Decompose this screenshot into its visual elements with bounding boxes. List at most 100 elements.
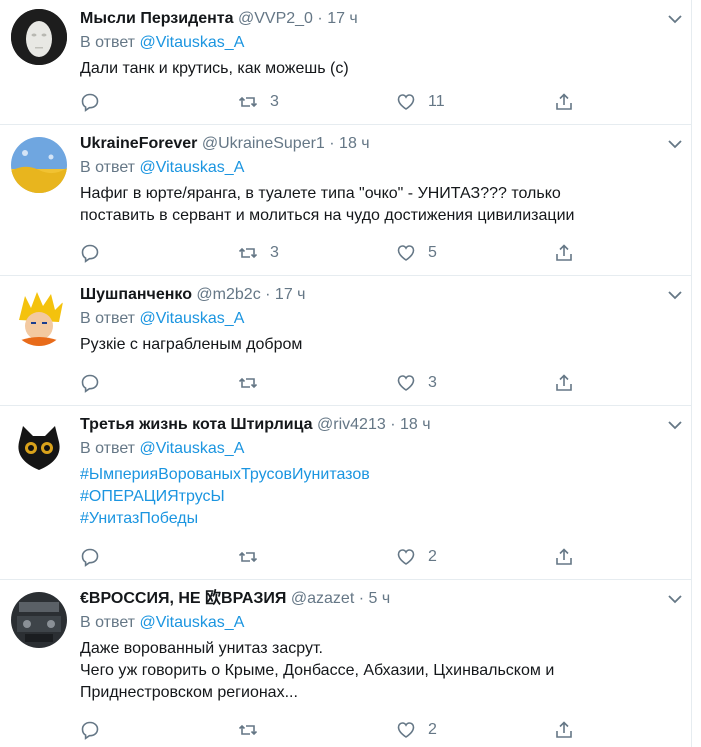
- like-count: 2: [428, 721, 437, 738]
- retweet-count: 3: [270, 244, 279, 261]
- share-icon: [556, 374, 572, 391]
- tweet-text: Нафиг в юрте/яранга, в туалете типа "очк…: [80, 185, 575, 224]
- tweet-text: Рузкіе с награбленым добром: [80, 336, 303, 353]
- reply-button[interactable]: [80, 91, 100, 113]
- like-count: 5: [428, 244, 437, 261]
- like-button[interactable]: 5: [396, 242, 437, 264]
- reply-button[interactable]: [80, 546, 100, 568]
- timestamp[interactable]: 18 ч: [339, 135, 370, 152]
- author-handle[interactable]: @UkraineSuper1: [202, 135, 325, 152]
- reply-icon: [81, 721, 99, 740]
- avatar[interactable]: [11, 290, 67, 346]
- share-button[interactable]: [554, 91, 574, 113]
- caret-down-icon[interactable]: [667, 419, 683, 431]
- like-icon: [397, 375, 415, 391]
- reply-icon: [81, 374, 99, 393]
- tweet-text: Дали танк и крутись, как можешь (с): [80, 60, 349, 77]
- like-icon: [397, 94, 415, 110]
- author-handle[interactable]: @azazet: [291, 590, 354, 607]
- share-button[interactable]: [554, 546, 574, 568]
- like-button[interactable]: 3: [396, 372, 437, 394]
- author-handle[interactable]: @VVP2_0: [238, 10, 313, 27]
- author-name[interactable]: Шушпанченко: [80, 286, 192, 303]
- retweet-button[interactable]: [238, 719, 270, 741]
- tweet[interactable]: €ВРОССИЯ, НЕ 欧ВРАЗИЯ @azazet · 5 ч В отв…: [0, 580, 691, 747]
- tweet-text: Даже ворованный унитаз засрут. Чего уж г…: [80, 640, 555, 701]
- retweet-icon: [238, 724, 258, 736]
- hashtag-link[interactable]: #ЫмперияВорованыхТрусовИунитазов: [80, 464, 675, 486]
- mention-link[interactable]: @Vitauskas_A: [139, 159, 244, 176]
- reply-button[interactable]: [80, 242, 100, 264]
- timestamp[interactable]: 17 ч: [327, 10, 358, 27]
- caret-down-icon[interactable]: [667, 593, 683, 605]
- tweet-feed: Мысли Перзидента @VVP2_0 · 17 ч В ответ …: [0, 0, 692, 747]
- like-button[interactable]: 2: [396, 546, 437, 568]
- like-count: 2: [428, 548, 437, 565]
- retweet-button[interactable]: 3: [238, 242, 279, 264]
- retweet-button[interactable]: 3: [238, 91, 279, 113]
- retweet-icon: [238, 96, 258, 108]
- timestamp[interactable]: 5 ч: [369, 590, 391, 607]
- share-icon: [556, 244, 572, 261]
- like-count: 11: [428, 93, 445, 110]
- tweet-actions: 2: [80, 719, 580, 741]
- avatar[interactable]: [11, 592, 67, 648]
- tweet-text: #ЫмперияВорованыхТрусовИунитазов #ОПЕРАЦ…: [80, 464, 675, 530]
- author-handle[interactable]: @m2b2c: [196, 286, 260, 303]
- caret-down-icon[interactable]: [667, 289, 683, 301]
- mention-link[interactable]: @Vitauskas_A: [139, 440, 244, 457]
- share-icon: [556, 548, 572, 565]
- tweet[interactable]: Мысли Перзидента @VVP2_0 · 17 ч В ответ …: [0, 0, 691, 125]
- tweet-actions: 3 5: [80, 242, 580, 264]
- reply-context: В ответ @Vitauskas_A: [80, 440, 245, 457]
- reply-button[interactable]: [80, 372, 100, 394]
- retweet-button[interactable]: [238, 372, 270, 394]
- reply-icon: [81, 548, 99, 567]
- mention-link[interactable]: @Vitauskas_A: [139, 310, 244, 327]
- reply-context: В ответ @Vitauskas_A: [80, 34, 245, 51]
- author-name[interactable]: UkraineForever: [80, 135, 197, 152]
- like-icon: [397, 722, 415, 738]
- hashtag-link[interactable]: #ОПЕРАЦИЯтрусЫ: [80, 486, 675, 508]
- tweet[interactable]: Шушпанченко @m2b2c · 17 ч В ответ @Vitau…: [0, 276, 691, 406]
- share-button[interactable]: [554, 372, 574, 394]
- tweet[interactable]: UkraineForever @UkraineSuper1 · 18 ч В о…: [0, 125, 691, 276]
- share-button[interactable]: [554, 242, 574, 264]
- avatar[interactable]: [11, 137, 67, 193]
- timestamp[interactable]: 18 ч: [400, 416, 431, 433]
- reply-context: В ответ @Vitauskas_A: [80, 159, 245, 176]
- retweet-count: 3: [270, 93, 279, 110]
- tweet-actions: 3: [80, 372, 580, 394]
- author-handle[interactable]: @riv4213: [317, 416, 386, 433]
- mention-link[interactable]: @Vitauskas_A: [139, 614, 244, 631]
- tweet-actions: 2: [80, 546, 580, 568]
- retweet-icon: [238, 551, 258, 563]
- mention-link[interactable]: @Vitauskas_A: [139, 34, 244, 51]
- caret-down-icon[interactable]: [667, 138, 683, 150]
- reply-button[interactable]: [80, 719, 100, 741]
- reply-icon: [81, 93, 99, 112]
- avatar[interactable]: [11, 420, 67, 476]
- reply-context: В ответ @Vitauskas_A: [80, 614, 245, 631]
- like-count: 3: [428, 374, 437, 391]
- tweet[interactable]: Третья жизнь кота Штирлица @riv4213 · 18…: [0, 406, 691, 580]
- retweet-icon: [238, 377, 258, 389]
- like-button[interactable]: 11: [396, 91, 445, 113]
- avatar[interactable]: [11, 9, 67, 65]
- reply-icon: [81, 244, 99, 263]
- timestamp[interactable]: 17 ч: [275, 286, 306, 303]
- author-name[interactable]: Третья жизнь кота Штирлица: [80, 416, 313, 433]
- share-button[interactable]: [554, 719, 574, 741]
- like-icon: [397, 549, 415, 565]
- retweet-button[interactable]: [238, 546, 270, 568]
- like-button[interactable]: 2: [396, 719, 437, 741]
- caret-down-icon[interactable]: [667, 13, 683, 25]
- hashtag-link[interactable]: #УнитазПобеды: [80, 508, 675, 530]
- tweet-actions: 3 11: [80, 91, 580, 113]
- share-icon: [556, 93, 572, 110]
- reply-context: В ответ @Vitauskas_A: [80, 310, 245, 327]
- author-name[interactable]: Мысли Перзидента: [80, 10, 234, 27]
- retweet-icon: [238, 247, 258, 259]
- like-icon: [397, 245, 415, 261]
- author-name[interactable]: €ВРОССИЯ, НЕ 欧ВРАЗИЯ: [80, 590, 286, 607]
